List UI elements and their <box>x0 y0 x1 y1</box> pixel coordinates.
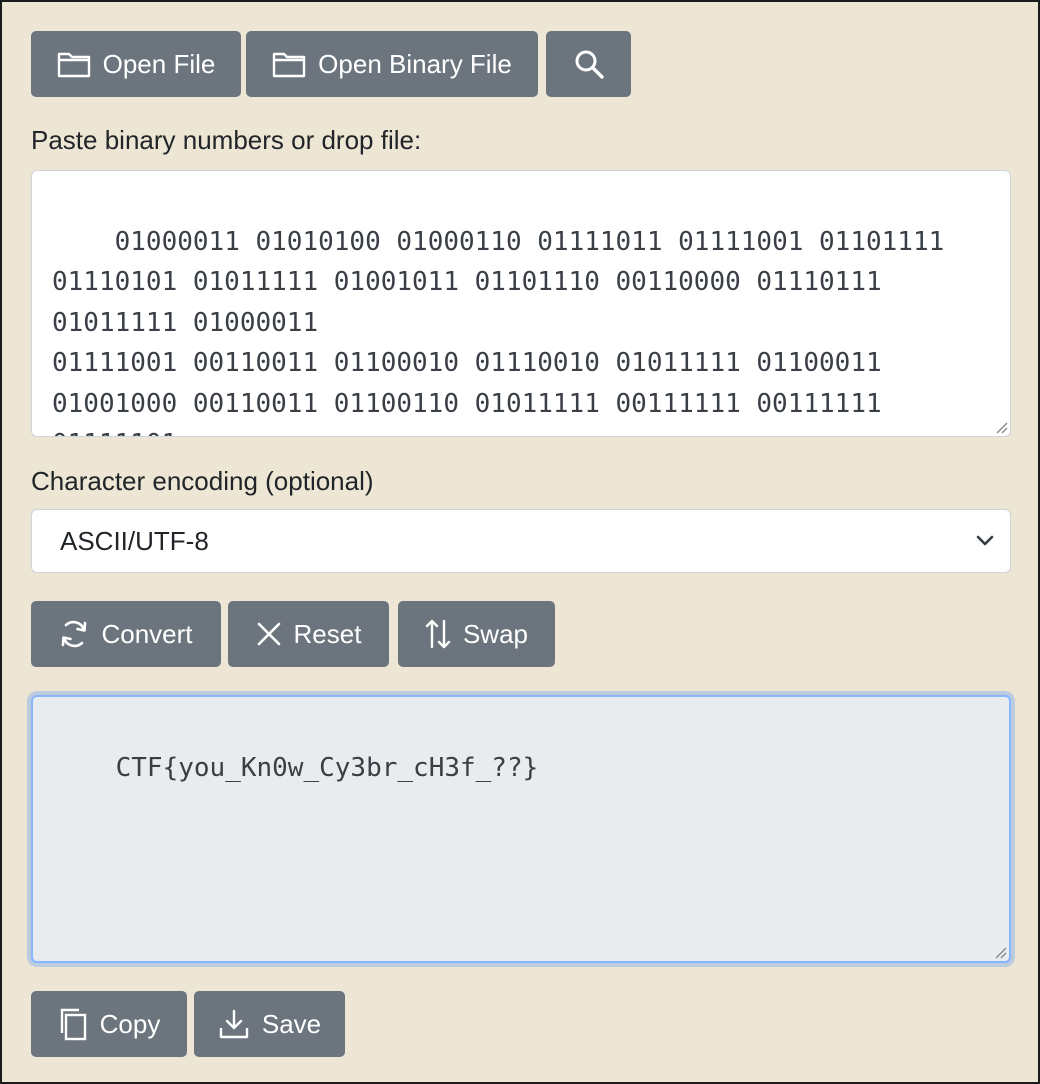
encoding-label: Character encoding (optional) <box>31 466 374 496</box>
swap-label: Swap <box>462 618 529 649</box>
convert-button[interactable]: Convert <box>31 601 221 667</box>
chevron-down-icon <box>976 535 994 546</box>
folder-icon <box>272 52 306 78</box>
open-file-label: Open File <box>102 48 216 79</box>
save-button[interactable]: Save <box>194 991 345 1057</box>
reset-button[interactable]: Reset <box>228 601 389 667</box>
refresh-icon <box>62 620 87 648</box>
open-binary-file-label: Open Binary File <box>318 48 512 79</box>
encoding-select[interactable]: ASCII/UTF-8 <box>31 509 1011 573</box>
binary-input-textarea[interactable]: 01000011 01010100 01000110 01111011 0111… <box>31 170 1011 437</box>
reset-label: Reset <box>293 618 362 649</box>
open-binary-file-button[interactable]: Open Binary File <box>246 31 538 97</box>
convert-label: Convert <box>101 618 193 649</box>
input-label: Paste binary numbers or drop file: <box>31 125 422 155</box>
open-file-button[interactable]: Open File <box>31 31 241 97</box>
download-icon <box>219 1009 249 1039</box>
copy-label: Copy <box>99 1008 161 1039</box>
output-text: CTF{you_Kn0w_Cy3br_cH3f_??} <box>115 752 539 783</box>
resize-handle-icon[interactable] <box>994 420 1008 434</box>
search-icon <box>575 50 604 79</box>
save-label: Save <box>261 1008 322 1039</box>
converter-panel: Open File Open Binary File Paste binary … <box>0 0 1040 1084</box>
binary-input-text: 01000011 01010100 01000110 01111011 0111… <box>52 226 945 437</box>
output-textarea[interactable]: CTF{you_Kn0w_Cy3br_cH3f_??} <box>31 695 1011 963</box>
swap-button[interactable]: Swap <box>398 601 555 667</box>
swap-vertical-icon <box>425 619 451 649</box>
copy-icon <box>60 1008 86 1041</box>
encoding-selected-value: ASCII/UTF-8 <box>60 525 209 556</box>
resize-handle-icon[interactable] <box>993 945 1007 959</box>
search-button[interactable] <box>546 31 631 97</box>
copy-button[interactable]: Copy <box>31 991 187 1057</box>
folder-icon <box>57 52 90 78</box>
close-icon <box>257 622 280 646</box>
